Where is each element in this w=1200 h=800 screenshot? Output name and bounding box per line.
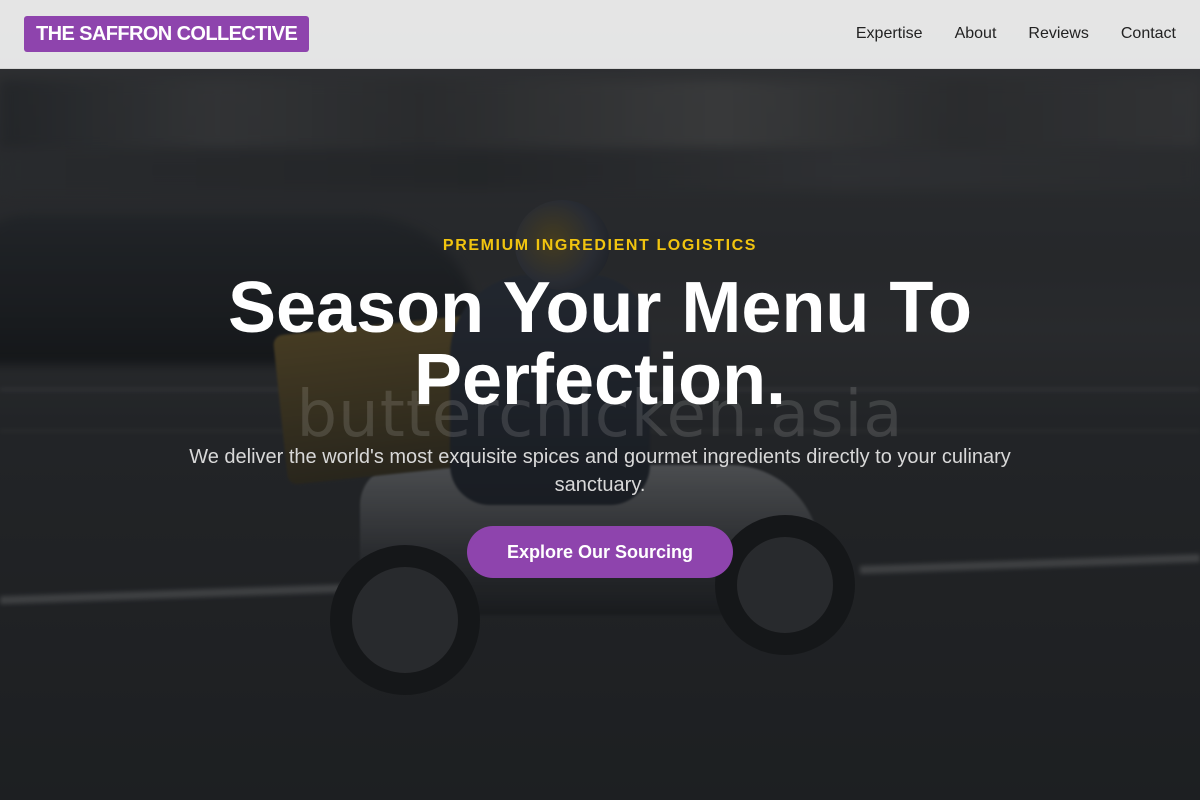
nav-link-reviews[interactable]: Reviews <box>1028 25 1088 43</box>
site-header: THE SAFFRON COLLECTIVE Expertise About R… <box>0 0 1200 69</box>
nav-link-contact[interactable]: Contact <box>1121 25 1176 43</box>
explore-sourcing-button[interactable]: Explore Our Sourcing <box>467 526 733 578</box>
nav-link-expertise[interactable]: Expertise <box>856 25 923 43</box>
nav-link-about[interactable]: About <box>955 25 997 43</box>
hero-headline: Season Your Menu To Perfection. <box>227 268 973 420</box>
hero-subhead: We deliver the world's most exquisite sp… <box>189 446 1011 496</box>
brand-logo[interactable]: THE SAFFRON COLLECTIVE <box>24 16 310 52</box>
hero-eyebrow: PREMIUM INGREDIENT LOGISTICS <box>442 237 758 254</box>
main-nav: Expertise About Reviews Contact <box>856 25 1176 43</box>
